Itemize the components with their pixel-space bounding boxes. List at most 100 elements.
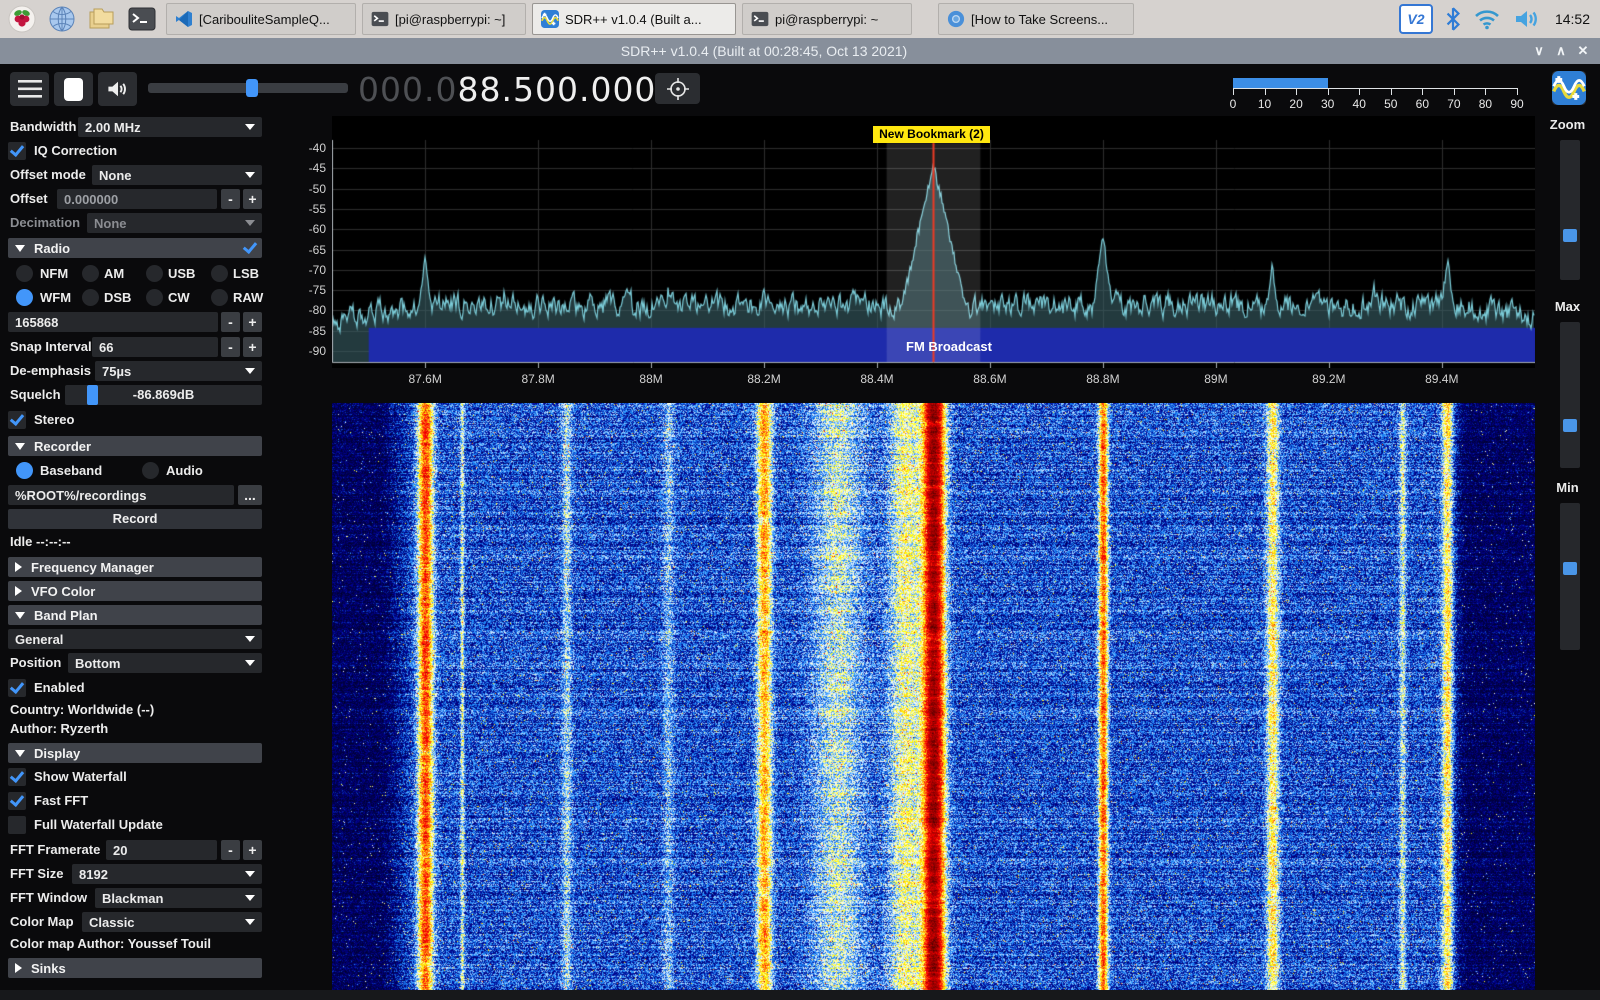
close-button[interactable]: ✕ [1572, 41, 1594, 61]
mode-wfm-radio[interactable] [16, 289, 33, 306]
max-slider[interactable] [1560, 322, 1580, 468]
window-titlebar[interactable]: SDR++ v1.0.4 (Built at 00:28:45, Oct 13 … [0, 38, 1600, 64]
fft-db-label: -90 [286, 344, 326, 358]
maximize-button[interactable]: ∧ [1550, 41, 1572, 61]
show-waterfall-checkbox[interactable] [8, 768, 26, 786]
bluetooth-icon[interactable] [1445, 7, 1461, 31]
snr-tick-label: 70 [1442, 97, 1466, 111]
mode-nfm-label: NFM [40, 264, 68, 284]
wifi-icon[interactable] [1473, 7, 1501, 31]
mute-button[interactable] [98, 72, 137, 106]
waterfall-display[interactable] [332, 403, 1535, 990]
snap-minus-button[interactable]: - [221, 337, 240, 357]
raspberry-menu-button[interactable] [4, 3, 40, 35]
offset-input[interactable]: 0.000000 [57, 189, 217, 209]
volume-slider-handle[interactable] [246, 79, 258, 97]
position-combo[interactable]: Bottom [68, 653, 262, 673]
audio-radio[interactable] [142, 462, 159, 479]
frequency-display[interactable]: 000.088.500.000 [358, 70, 656, 108]
max-slider-label: Max [1535, 299, 1600, 314]
fft-db-label: -50 [286, 182, 326, 196]
fft-db-label: -75 [286, 283, 326, 297]
min-slider-handle[interactable] [1563, 562, 1577, 575]
baseband-radio[interactable] [16, 462, 33, 479]
vfo-bandwidth-input[interactable]: 165868 [8, 312, 218, 332]
fft-framerate-plus-button[interactable]: + [243, 840, 262, 860]
max-slider-handle[interactable] [1563, 419, 1577, 432]
deemphasis-combo[interactable]: 75µs [95, 361, 262, 381]
iq-correction-checkbox[interactable] [8, 142, 26, 160]
record-button[interactable]: Record [8, 509, 262, 529]
sdrpp-logo-icon [1552, 71, 1586, 105]
display-section-header[interactable]: Display [8, 743, 262, 763]
snr-tick-label: 30 [1316, 97, 1340, 111]
band-plan-enabled-checkbox[interactable] [8, 679, 26, 697]
bookmark-tag[interactable]: New Bookmark (2) [873, 126, 990, 143]
band-plan-section-header[interactable]: Band Plan [8, 605, 262, 625]
fast-fft-checkbox[interactable] [8, 792, 26, 810]
stop-button[interactable] [54, 72, 93, 106]
recorder-section-header[interactable]: Recorder [8, 436, 262, 456]
fft-framerate-minus-button[interactable]: - [221, 840, 240, 860]
fft-size-combo[interactable]: 8192 [72, 864, 262, 884]
taskbar-task-sdrpp[interactable]: SDR++ v1.0.4 (Built a... [532, 3, 736, 35]
chevron-right-icon [15, 963, 22, 973]
taskbar-task-terminal-2[interactable]: pi@raspberrypi: ~ [742, 3, 912, 35]
terminal-launcher[interactable] [124, 3, 160, 35]
file-manager-launcher[interactable] [84, 3, 120, 35]
squelch-slider[interactable]: -86.869dB [65, 385, 262, 405]
fft-window-combo[interactable]: Blackman [95, 888, 262, 908]
stereo-checkbox[interactable] [8, 411, 26, 429]
vfo-bandwidth-plus-button[interactable]: + [243, 312, 262, 332]
full-waterfall-update-checkbox[interactable] [8, 816, 26, 834]
zoom-slider-handle[interactable] [1563, 229, 1577, 242]
band-plan-combo[interactable]: General [8, 629, 262, 649]
frequency-manager-title: Frequency Manager [31, 560, 154, 575]
radio-enabled-checkbox[interactable] [241, 239, 259, 257]
volume-slider[interactable] [148, 83, 348, 93]
taskbar-task-chromium[interactable]: [How to Take Screens... [938, 3, 1134, 35]
offset-mode-combo[interactable]: None [92, 165, 262, 185]
offset-minus-button[interactable]: - [221, 189, 240, 209]
menu-button[interactable] [10, 72, 49, 106]
mode-lsb-radio[interactable] [211, 265, 228, 282]
snr-tick [1328, 88, 1329, 95]
bandwidth-value: 2.00 MHz [85, 120, 141, 135]
fft-spectrum-plot[interactable] [332, 116, 1535, 368]
band-plan-enabled-label: Enabled [34, 678, 85, 698]
zoom-slider[interactable] [1560, 140, 1580, 280]
decimation-value: None [94, 216, 127, 231]
radio-section-header[interactable]: Radio [8, 238, 262, 258]
volume-tray-icon[interactable] [1513, 7, 1543, 31]
task-label: SDR++ v1.0.4 (Built a... [565, 12, 702, 27]
vfo-color-section-header[interactable]: VFO Color [8, 581, 262, 601]
min-slider[interactable] [1560, 503, 1580, 650]
tuner-crosshair-icon [666, 77, 690, 101]
offset-mode-value: None [99, 168, 132, 183]
snap-interval-input[interactable]: 66 [92, 337, 218, 357]
snr-tick [1391, 88, 1392, 95]
tuning-mode-button[interactable] [655, 73, 700, 104]
taskbar-task-terminal-1[interactable]: [pi@raspberrypi: ~] [362, 3, 526, 35]
minimize-button[interactable]: ∨ [1528, 41, 1550, 61]
snap-plus-button[interactable]: + [243, 337, 262, 357]
mode-am-radio[interactable] [82, 265, 99, 282]
mode-dsb-radio[interactable] [82, 289, 99, 306]
vfo-bandwidth-minus-button[interactable]: - [221, 312, 240, 332]
fft-framerate-input[interactable]: 20 [106, 840, 217, 860]
browse-button[interactable]: ... [238, 485, 262, 505]
recording-path-input[interactable]: %ROOT%/recordings [8, 485, 234, 505]
mode-cw-radio[interactable] [146, 289, 163, 306]
vnc-tray-icon[interactable]: V2 [1399, 4, 1433, 34]
taskbar-task-vscode[interactable]: [CaribouliteSampleQ... [166, 3, 356, 35]
decimation-combo[interactable]: None [87, 213, 262, 233]
offset-plus-button[interactable]: + [243, 189, 262, 209]
bandwidth-combo[interactable]: 2.00 MHz [78, 117, 262, 137]
mode-nfm-radio[interactable] [16, 265, 33, 282]
mode-raw-radio[interactable] [211, 289, 228, 306]
web-browser-launcher[interactable] [44, 3, 80, 35]
frequency-manager-section-header[interactable]: Frequency Manager [8, 557, 262, 577]
color-map-combo[interactable]: Classic [82, 912, 262, 932]
mode-usb-radio[interactable] [146, 265, 163, 282]
sinks-section-header[interactable]: Sinks [8, 958, 262, 978]
